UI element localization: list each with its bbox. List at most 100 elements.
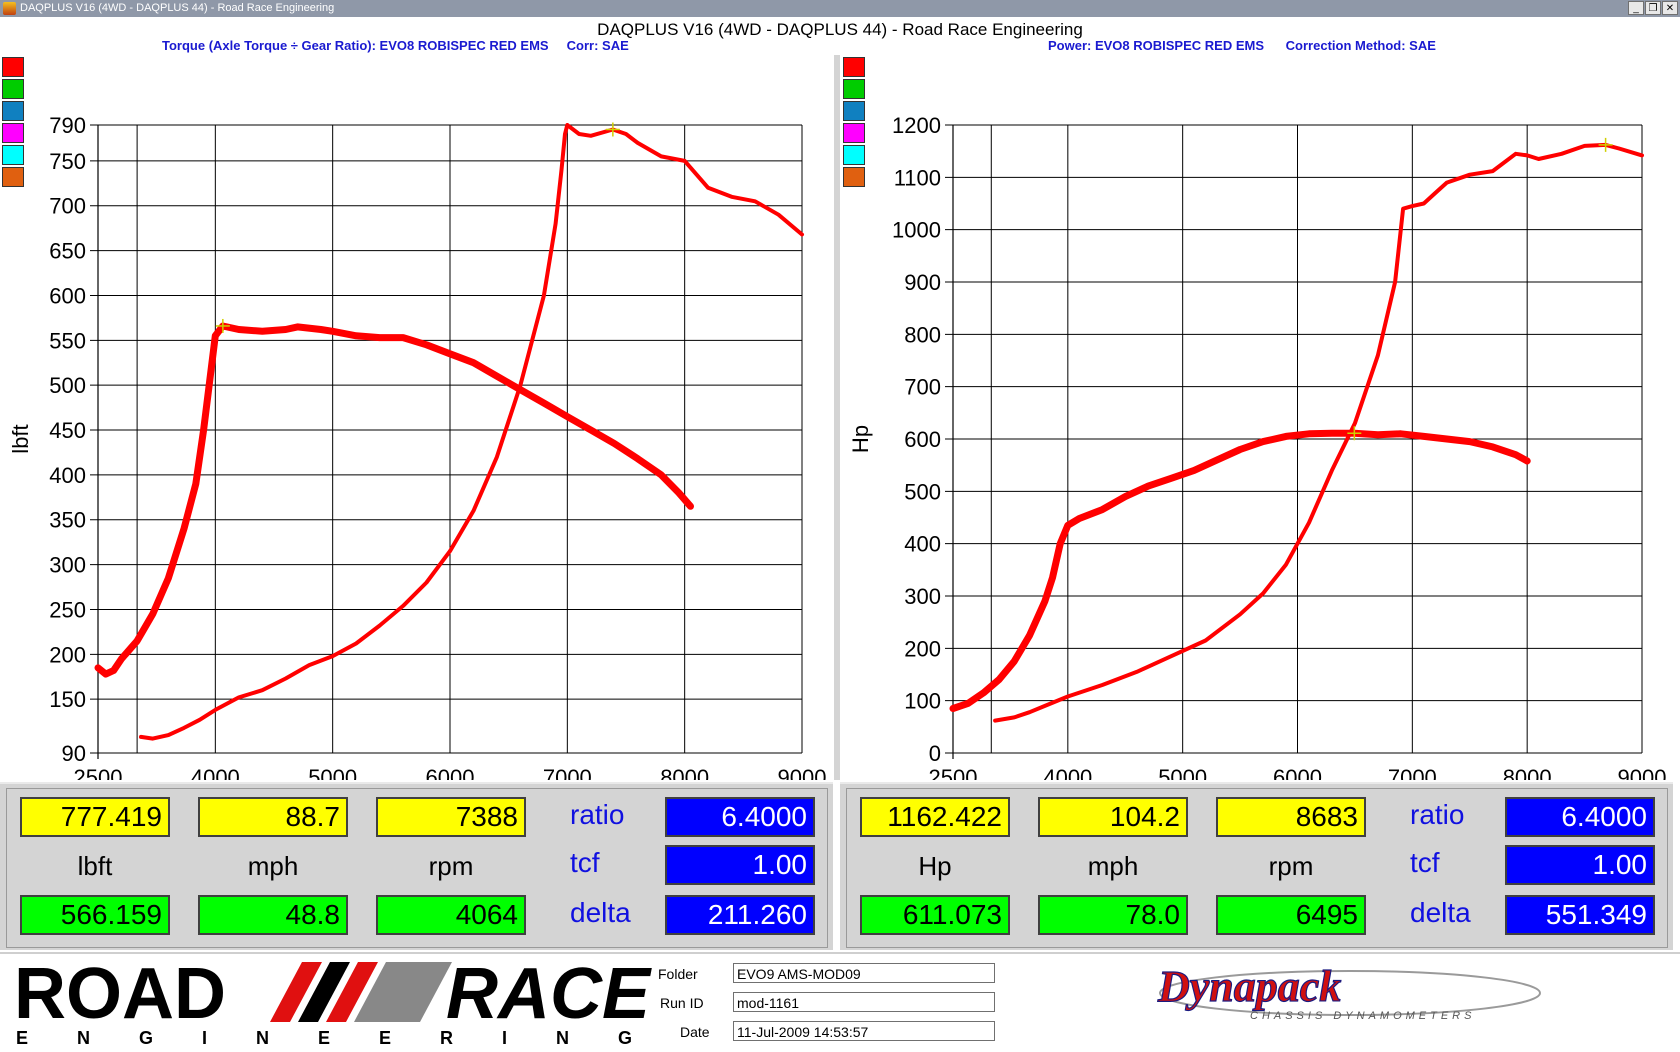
x-tick-label: 9000 (778, 765, 827, 780)
y-tick-label: 600 (49, 283, 86, 308)
y-tick-label: 200 (904, 636, 941, 661)
ratio-value: 6.4000 (665, 797, 815, 837)
dynapack-logo: Dynapack CHASSIS DYNAMOMETERS (1156, 965, 1541, 1022)
peak-rpm-value: 4064 (376, 895, 526, 935)
peak-power-value: 611.073 (860, 895, 1010, 935)
x-tick-label: 5000 (308, 765, 357, 780)
svg-text:RACE: RACE (446, 956, 652, 1034)
cursor-marker (1598, 137, 1613, 152)
y-tick-label: 150 (49, 687, 86, 712)
x-tick-label: 4000 (191, 765, 240, 780)
y-axis-title: Hp (848, 425, 873, 453)
x-tick-label: 8000 (1503, 765, 1552, 780)
window-titlebar: DAQPLUS V16 (4WD - DAQPLUS 44) - Road Ra… (0, 0, 1680, 17)
ratio-label: ratio (570, 799, 625, 830)
y-tick-label: 900 (904, 270, 941, 295)
date-label: Date (680, 1024, 710, 1040)
peak-speed-value: 78.0 (1038, 895, 1188, 935)
svg-text:E N G I N E E R I N G: E N G I N E E R I N G (16, 1028, 654, 1048)
unit-label: Hp (918, 851, 952, 881)
x-tick-label: 7000 (543, 765, 592, 780)
y-tick-label: 550 (49, 328, 86, 353)
tcf-label: tcf (1410, 847, 1440, 878)
power-readout-panel: 1162.422 104.2 8683 Hp mph rpm 611.073 7… (840, 782, 1673, 950)
cursor-torque-value: 777.419 (20, 797, 170, 837)
delta-value: 211.260 (665, 895, 815, 935)
series-line-secondary (139, 123, 804, 741)
cursor-rpm-value: 7388 (376, 797, 526, 837)
x-tick-label: 6000 (426, 765, 475, 780)
y-tick-label: 300 (904, 584, 941, 609)
torque-readout-panel: 777.419 88.7 7388 lbft mph rpm 566.159 4… (0, 782, 833, 950)
y-tick-label: 800 (904, 322, 941, 347)
tcf-value: 1.00 (665, 845, 815, 885)
y-tick-label: 90 (62, 741, 86, 766)
y-tick-label: 1100 (894, 165, 941, 190)
svg-text:Dynapack: Dynapack (1157, 965, 1341, 1011)
app-icon (3, 2, 16, 15)
power-subtitle: Power: EVO8 ROBISPEC RED EMS Correction … (1048, 38, 1436, 53)
y-tick-label: 1200 (892, 113, 941, 138)
run-id-label: Run ID (660, 995, 704, 1011)
torque-subtitle: Torque (Axle Torque ÷ Gear Ratio): EVO8 … (162, 38, 629, 53)
y-tick-label: 500 (49, 373, 86, 398)
y-tick-label: 790 (49, 113, 86, 138)
x-tick-label: 8000 (660, 765, 709, 780)
y-tick-label: 0 (929, 741, 941, 766)
unit-label: mph (1087, 851, 1139, 881)
x-tick-label: 4000 (1043, 765, 1092, 780)
tcf-value: 1.00 (1505, 845, 1655, 885)
y-tick-label: 450 (49, 418, 86, 443)
unit-label: lbft (77, 851, 113, 881)
ratio-value: 6.4000 (1505, 797, 1655, 837)
svg-text:ROAD: ROAD (14, 956, 226, 1034)
delta-label: delta (1410, 897, 1471, 928)
window-title: DAQPLUS V16 (4WD - DAQPLUS 44) - Road Ra… (20, 2, 335, 14)
y-tick-label: 400 (904, 532, 941, 557)
peak-torque-value: 566.159 (20, 895, 170, 935)
restore-button[interactable]: ❐ (1645, 1, 1661, 15)
folder-label: Folder (658, 966, 698, 982)
y-tick-label: 600 (904, 427, 941, 452)
x-tick-label: 7000 (1388, 765, 1437, 780)
unit-label: mph (247, 851, 299, 881)
y-tick-label: 300 (49, 553, 86, 578)
close-button[interactable]: ✕ (1662, 1, 1678, 15)
y-tick-label: 700 (49, 194, 86, 219)
cursor-speed-value: 104.2 (1038, 797, 1188, 837)
y-tick-label: 200 (49, 642, 86, 667)
x-tick-label: 5000 (1158, 765, 1207, 780)
x-tick-label: 6000 (1273, 765, 1322, 780)
y-axis-title: lbft (8, 424, 33, 453)
y-tick-label: 1000 (892, 218, 941, 243)
run-id-field[interactable]: mod-1161 (733, 992, 995, 1012)
y-tick-label: 250 (49, 597, 86, 622)
y-tick-label: 400 (49, 463, 86, 488)
y-tick-label: 700 (904, 375, 941, 400)
cursor-power-value: 1162.422 (860, 797, 1010, 837)
y-tick-label: 750 (49, 149, 86, 174)
date-field[interactable]: 11-Jul-2009 14:53:57 (733, 1021, 995, 1041)
y-tick-label: 100 (904, 689, 941, 714)
series-line-primary (949, 429, 1531, 712)
page-title: DAQPLUS V16 (4WD - DAQPLUS 44) - Road Ra… (597, 20, 1083, 39)
torque-chart[interactable]: 90 150 200 250 300 350 400 450 500 550 600 650 700 75… (0, 55, 833, 780)
svg-text:CHASSIS DYNAMOMETERS: CHASSIS DYNAMOMETERS (1250, 1010, 1475, 1022)
minimize-button[interactable]: _ (1628, 1, 1644, 15)
x-tick-label: 2500 (929, 765, 978, 780)
delta-value: 551.349 (1505, 895, 1655, 935)
unit-label: rpm (1268, 851, 1314, 881)
peak-rpm-value: 6495 (1216, 895, 1366, 935)
tcf-label: tcf (570, 847, 600, 878)
power-chart[interactable]: 0 100 200 300 400 500 600 700 800 900 1000 1100 1200… (840, 55, 1673, 780)
unit-label: rpm (428, 851, 474, 881)
y-tick-label: 650 (49, 239, 86, 264)
x-tick-label: 2500 (74, 765, 123, 780)
delta-label: delta (570, 897, 631, 928)
y-tick-label: 500 (904, 479, 941, 504)
folder-field[interactable]: EVO9 AMS-MOD09 (733, 963, 995, 983)
cursor-rpm-value: 8683 (1216, 797, 1366, 837)
cursor-speed-value: 88.7 (198, 797, 348, 837)
ratio-label: ratio (1410, 799, 1465, 830)
peak-speed-value: 48.8 (198, 895, 348, 935)
